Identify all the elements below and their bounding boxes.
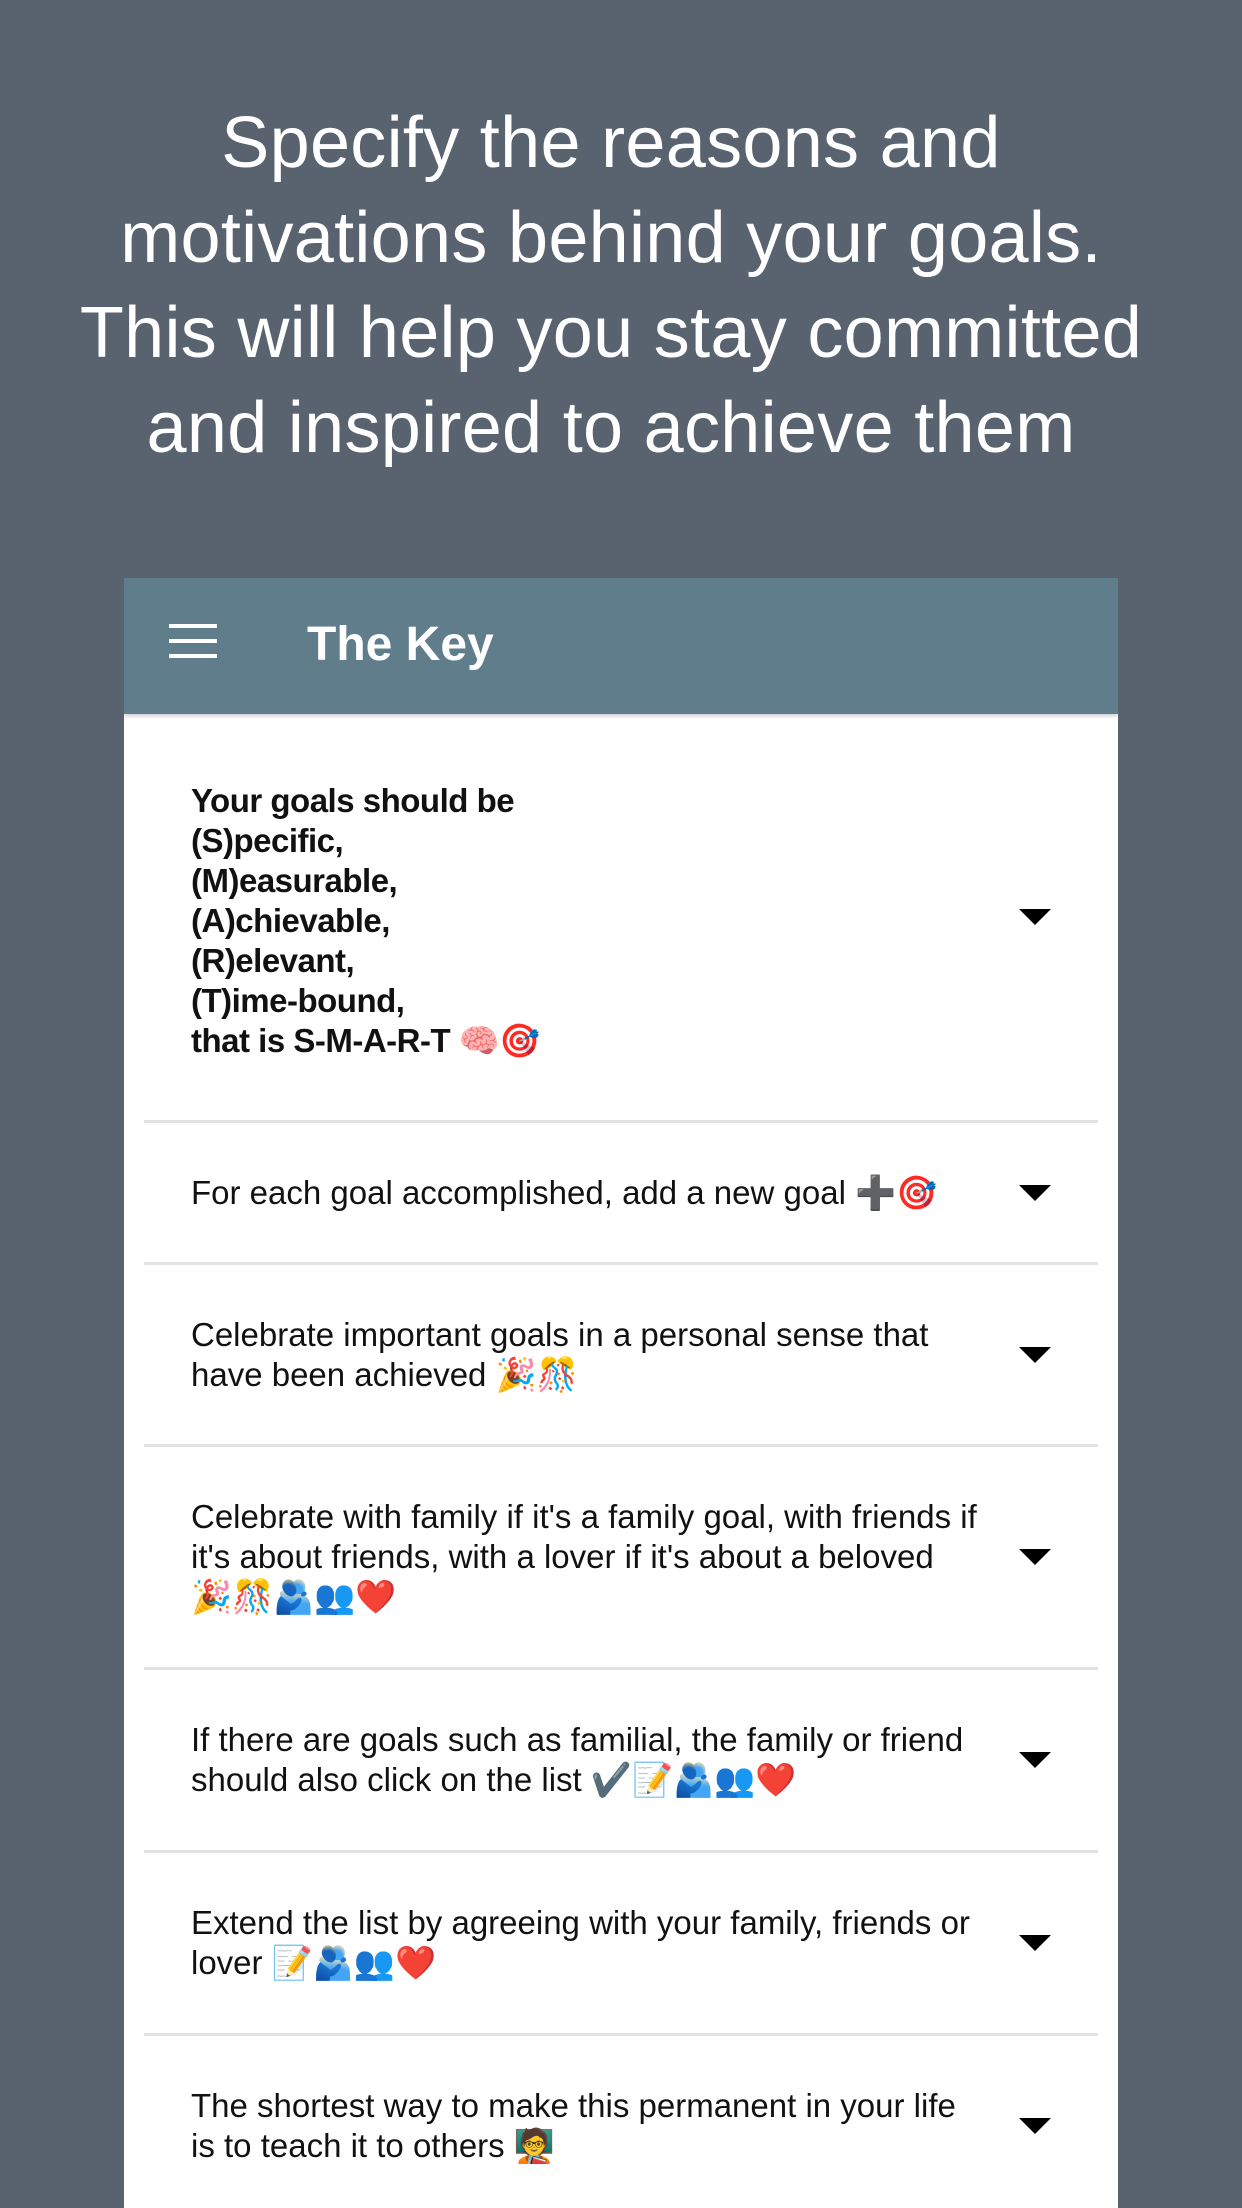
list-item-teach-others[interactable]: The shortest way to make this permanent … — [144, 2036, 1098, 2208]
caret-down-icon[interactable] — [1019, 1184, 1051, 1201]
caret-down-icon[interactable] — [1019, 1935, 1051, 1951]
key-list: Your goals should be (S)pecific, (M)easu… — [124, 714, 1118, 2208]
list-item-text: The shortest way to make this permanent … — [191, 2087, 956, 2164]
caret-down-icon[interactable] — [1019, 909, 1051, 925]
headline-line-4: and inspired to achieve them — [146, 388, 1076, 468]
caret-down-icon[interactable] — [1019, 1346, 1051, 1363]
headline: Specify the reasons and motivations behi… — [40, 96, 1182, 476]
hamburger-menu-icon[interactable] — [169, 624, 217, 662]
list-item-celebrate-personal[interactable]: Celebrate important goals in a personal … — [144, 1265, 1098, 1447]
list-item-smart[interactable]: Your goals should be (S)pecific, (M)easu… — [144, 714, 1098, 1123]
list-item-text: Extend the list by agreeing with your fa… — [191, 1904, 970, 1981]
caret-down-icon[interactable] — [1019, 1752, 1051, 1768]
list-item-text: If there are goals such as familial, the… — [191, 1721, 964, 1798]
list-item-text: Celebrate important goals in a personal … — [191, 1315, 929, 1393]
list-item-new-goal[interactable]: For each goal accomplished, add a new go… — [144, 1123, 1098, 1265]
headline-line-3: This will help you stay committed — [79, 293, 1143, 373]
caret-down-icon[interactable] — [1019, 2118, 1051, 2134]
list-item-text: Celebrate with family if it's a family g… — [191, 1498, 977, 1615]
list-item-celebrate-family[interactable]: Celebrate with family if it's a family g… — [144, 1447, 1098, 1670]
app-bar: The Key — [124, 578, 1118, 714]
list-item-extend-list[interactable]: Extend the list by agreeing with your fa… — [144, 1853, 1098, 2036]
headline-line-1: Specify the reasons and — [221, 103, 1001, 183]
list-item-familial-goals[interactable]: If there are goals such as familial, the… — [144, 1670, 1098, 1853]
app-screen: The Key Your goals should be (S)pecific,… — [124, 578, 1118, 2208]
list-item-text: For each goal accomplished, add a new go… — [191, 1173, 938, 1211]
app-title: The Key — [307, 618, 494, 671]
headline-line-2: motivations behind your goals. — [120, 198, 1102, 278]
caret-down-icon[interactable] — [1019, 1549, 1051, 1565]
list-item-text: Your goals should be (S)pecific, (M)easu… — [191, 782, 540, 1059]
